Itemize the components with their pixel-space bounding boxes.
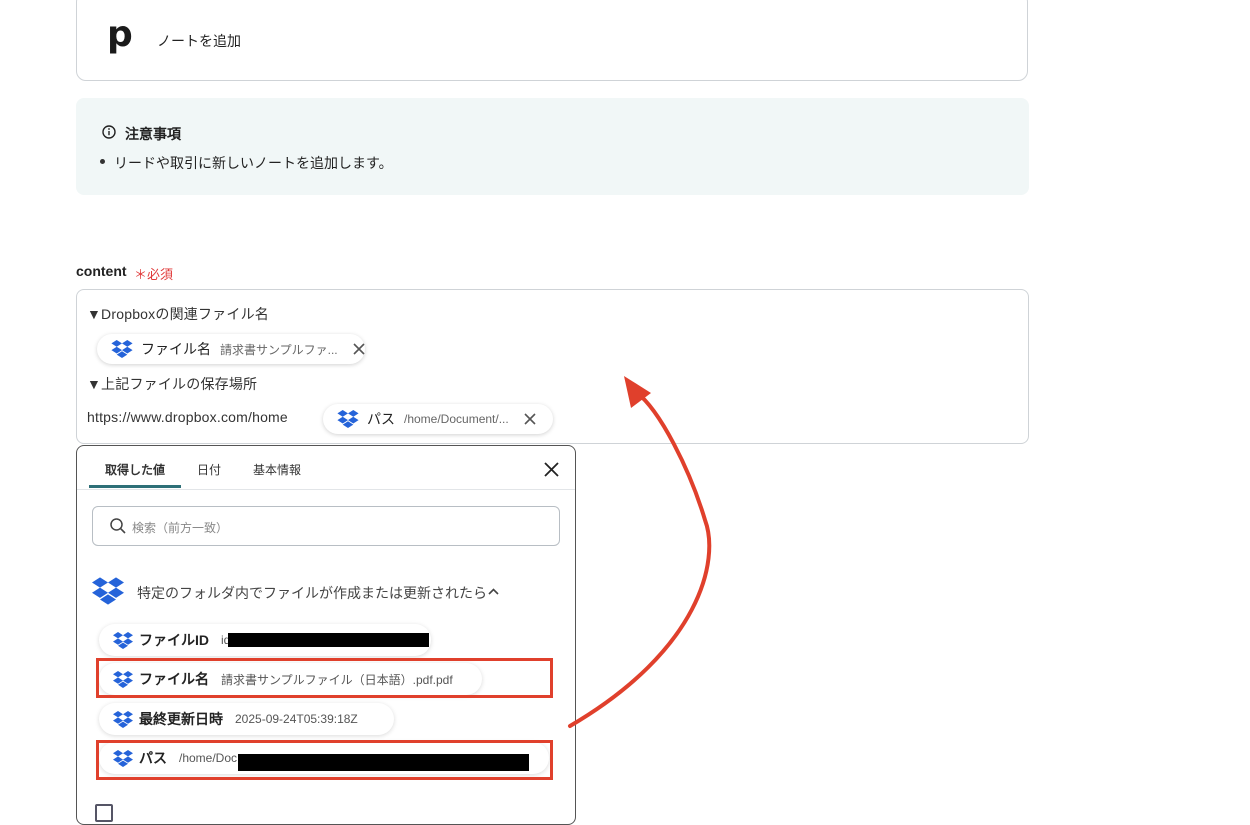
tab-retrieved-values[interactable]: 取得した値 bbox=[105, 461, 165, 478]
info-icon bbox=[102, 125, 116, 139]
value-name: ファイルID bbox=[139, 632, 209, 648]
dropbox-icon bbox=[92, 576, 124, 606]
dropbox-icon bbox=[113, 632, 133, 649]
chip-value: /home/Document/... bbox=[404, 412, 509, 426]
dropbox-icon bbox=[337, 410, 359, 428]
field-label: content bbox=[76, 263, 127, 279]
highlight-box-file-name bbox=[96, 658, 553, 698]
close-icon[interactable] bbox=[523, 412, 537, 426]
content-line-location-heading: ▼上記ファイルの保存場所 bbox=[87, 376, 258, 392]
search-placeholder: 検索（前方一致） bbox=[132, 521, 229, 535]
variable-chip-filename[interactable]: ファイル名 請求書サンプルファ... bbox=[97, 334, 365, 364]
tab-basic-info[interactable]: 基本情報 bbox=[253, 461, 301, 478]
content-url-text: https://www.dropbox.com/home bbox=[87, 409, 288, 425]
dropbox-icon bbox=[113, 711, 133, 728]
trigger-section-title[interactable]: 特定のフォルダ内でファイルが作成または更新されたら bbox=[137, 583, 487, 603]
value-chip-last-modified[interactable]: 最終更新日時 2025-09-24T05:39:18Z bbox=[99, 703, 394, 735]
notice-title: 注意事項 bbox=[125, 126, 181, 142]
chip-name: パス bbox=[367, 411, 395, 427]
close-icon[interactable] bbox=[543, 461, 560, 478]
redaction-bar bbox=[228, 633, 429, 647]
action-label: ノートを追加 bbox=[157, 33, 241, 49]
chip-name: ファイル名 bbox=[141, 341, 211, 357]
active-tab-indicator bbox=[89, 485, 181, 488]
value-name: 最終更新日時 bbox=[139, 711, 223, 727]
pipedrive-logo: p bbox=[107, 14, 133, 55]
checkbox[interactable] bbox=[95, 804, 113, 822]
bullet-dot bbox=[100, 159, 105, 164]
notice-item: リードや取引に新しいノートを追加します。 bbox=[114, 155, 393, 171]
close-icon[interactable] bbox=[352, 342, 366, 356]
search-icon bbox=[110, 518, 126, 534]
value-text: 2025-09-24T05:39:18Z bbox=[235, 712, 358, 726]
required-mark: ＊必須 bbox=[134, 267, 174, 282]
chip-value: 請求書サンプルファ... bbox=[220, 342, 338, 357]
tab-date[interactable]: 日付 bbox=[197, 461, 221, 478]
notice-box bbox=[76, 98, 1029, 195]
highlight-box-path bbox=[96, 740, 553, 780]
variable-chip-path[interactable]: パス /home/Document/... bbox=[323, 404, 553, 434]
content-line-file-heading: ▼Dropboxの関連ファイル名 bbox=[87, 306, 269, 322]
tab-divider bbox=[77, 489, 575, 490]
chevron-up-icon[interactable] bbox=[487, 586, 500, 597]
dropbox-icon bbox=[111, 340, 133, 358]
